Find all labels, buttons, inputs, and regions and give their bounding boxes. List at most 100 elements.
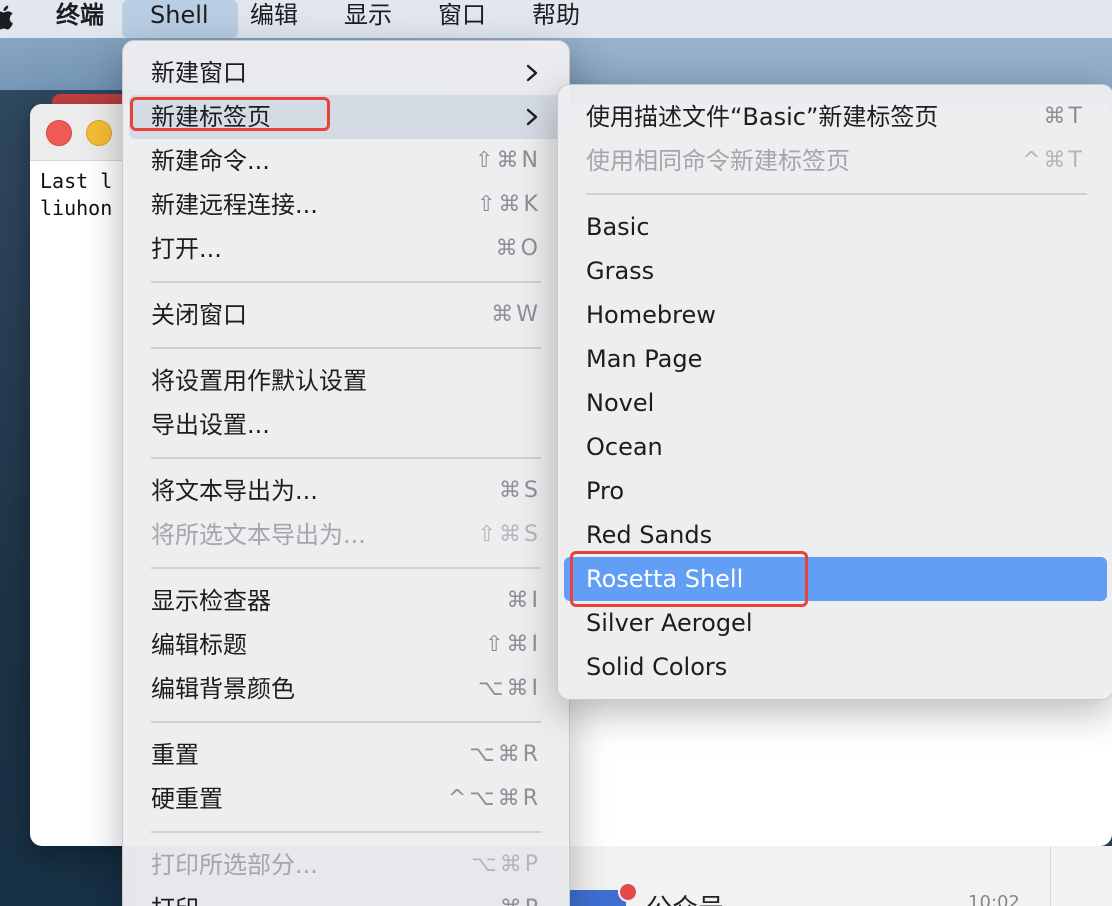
menu-item-shortcut: ⌘S: [499, 478, 541, 503]
menu-item-hard-reset[interactable]: 硬重置 ^⌥⌘R: [129, 777, 563, 821]
menu-item-shortcut: ⇧⌘K: [477, 192, 541, 217]
menu-item-shortcut: ⇧⌘I: [485, 632, 541, 657]
annotation-highlight-rosetta-shell: [570, 551, 808, 607]
menu-item-shortcut: ⌘T: [1043, 104, 1085, 129]
submenu-item-profile-grass[interactable]: Grass: [564, 249, 1107, 293]
menu-item-print[interactable]: 打印 ⌘P: [129, 887, 563, 906]
menu-item-export-settings[interactable]: 导出设置...: [129, 403, 563, 447]
submenu-item-new-tab-same-command: 使用相同命令新建标签页 ^⌘T: [564, 139, 1107, 183]
menu-item-label: Silver Aerogel: [586, 609, 753, 637]
menu-item-shortcut: ⌘W: [491, 302, 541, 327]
menu-shell[interactable]: Shell: [122, 0, 238, 38]
menu-item-shortcut: ⇧⌘S: [477, 522, 541, 547]
menu-item-export-selected-text: 将所选文本导出为... ⇧⌘S: [129, 513, 563, 557]
unread-badge: [618, 882, 638, 902]
annotation-highlight-new-tab: [130, 97, 330, 131]
menu-separator: [151, 831, 541, 833]
menu-item-label: 显示检查器: [151, 587, 271, 615]
submenu-item-profile-homebrew[interactable]: Homebrew: [564, 293, 1107, 337]
menu-item-new-command[interactable]: 新建命令... ⇧⌘N: [129, 139, 563, 183]
menu-item-edit-title[interactable]: 编辑标题 ⇧⌘I: [129, 623, 563, 667]
menu-item-label: 导出设置...: [151, 411, 270, 439]
menu-item-label: Pro: [586, 477, 625, 505]
menu-item-label: Homebrew: [586, 301, 716, 329]
menu-item-label: 将所选文本导出为...: [151, 521, 366, 549]
submenu-item-profile-novel[interactable]: Novel: [564, 381, 1107, 425]
chat-title[interactable]: 公众号: [646, 888, 724, 906]
menu-item-label: 新建窗口: [151, 59, 247, 87]
menu-item-label: Solid Colors: [586, 653, 728, 681]
new-tab-submenu: 使用描述文件“Basic”新建标签页 ⌘T 使用相同命令新建标签页 ^⌘T Ba…: [557, 84, 1112, 700]
menu-item-label: Grass: [586, 257, 655, 285]
menu-item-label: 使用描述文件“Basic”新建标签页: [586, 103, 939, 131]
menu-separator: [151, 457, 541, 459]
menu-item-open[interactable]: 打开... ⌘O: [129, 227, 563, 271]
terminal-line: liuhon: [40, 196, 113, 220]
menu-separator: [151, 347, 541, 349]
menu-item-label: 新建远程连接...: [151, 191, 318, 219]
menu-item-shortcut: ⌥⌘P: [471, 852, 541, 877]
menu-item-label: 新建命令...: [151, 147, 270, 175]
menu-item-shortcut: ⌘P: [500, 887, 541, 906]
menu-edit[interactable]: 编辑: [236, 0, 312, 38]
apple-icon[interactable]: [0, 2, 16, 32]
menu-item-new-remote-connection[interactable]: 新建远程连接... ⇧⌘K: [129, 183, 563, 227]
menu-item-shortcut: ^⌘T: [1022, 148, 1085, 173]
menu-item-label: 将设置用作默认设置: [151, 367, 367, 395]
menu-item-label: Basic: [586, 213, 650, 241]
chat-divider: [1050, 846, 1051, 906]
menu-item-print-selection: 打印所选部分... ⌥⌘P: [129, 843, 563, 887]
menu-item-shortcut: ⌥⌘I: [478, 676, 541, 701]
menu-item-label: Man Page: [586, 345, 703, 373]
terminal-output[interactable]: Last l liuhon: [40, 168, 112, 222]
submenu-item-profile-silver-aerogel[interactable]: Silver Aerogel: [564, 601, 1107, 645]
menu-item-close-window[interactable]: 关闭窗口 ⌘W: [129, 293, 563, 337]
menu-separator: [151, 721, 541, 723]
shell-menu: 新建窗口 新建标签页 新建命令... ⇧⌘N 新建远程连接... ⇧⌘K 打开.…: [122, 40, 570, 906]
chevron-right-icon: [526, 64, 538, 82]
menu-view[interactable]: 显示: [330, 0, 406, 38]
menu-item-label: 编辑标题: [151, 631, 247, 659]
menu-bar: 终端 Shell 编辑 显示 窗口 帮助: [0, 0, 1112, 38]
submenu-item-profile-man-page[interactable]: Man Page: [564, 337, 1107, 381]
menu-window[interactable]: 窗口: [424, 0, 500, 38]
menu-item-label: 将文本导出为...: [151, 477, 318, 505]
menu-item-label: 重置: [151, 741, 199, 769]
submenu-item-profile-ocean[interactable]: Ocean: [564, 425, 1107, 469]
submenu-item-profile-basic[interactable]: Basic: [564, 205, 1107, 249]
menu-item-shortcut: ⌘O: [495, 236, 541, 261]
menu-item-shortcut: ⌘I: [506, 588, 541, 613]
menu-item-shortcut: ^⌥⌘R: [447, 786, 541, 811]
menu-item-label: 打印所选部分...: [151, 851, 318, 879]
menu-item-shortcut: ⌥⌘R: [469, 742, 541, 767]
menu-separator: [586, 193, 1087, 195]
menu-item-reset[interactable]: 重置 ⌥⌘R: [129, 733, 563, 777]
chevron-right-icon: [526, 108, 538, 126]
submenu-item-profile-pro[interactable]: Pro: [564, 469, 1107, 513]
chat-app-window: 公众号 10:02: [568, 846, 1112, 906]
chat-time: 10:02: [968, 892, 1020, 906]
submenu-item-new-tab-basic-profile[interactable]: 使用描述文件“Basic”新建标签页 ⌘T: [564, 95, 1107, 139]
menu-separator: [151, 281, 541, 283]
menu-item-use-settings-as-default[interactable]: 将设置用作默认设置: [129, 359, 563, 403]
menu-item-export-text[interactable]: 将文本导出为... ⌘S: [129, 469, 563, 513]
menu-help[interactable]: 帮助: [518, 0, 594, 38]
close-window-button[interactable]: [46, 120, 72, 146]
terminal-line: Last l: [40, 169, 113, 193]
menu-item-edit-background-color[interactable]: 编辑背景颜色 ⌥⌘I: [129, 667, 563, 711]
menu-item-label: 关闭窗口: [151, 301, 247, 329]
menu-item-label: 编辑背景颜色: [151, 675, 295, 703]
minimize-window-button[interactable]: [86, 120, 112, 146]
menu-item-label: 使用相同命令新建标签页: [586, 147, 850, 175]
menu-separator: [151, 567, 541, 569]
menu-item-label: 硬重置: [151, 785, 223, 813]
submenu-item-profile-solid-colors[interactable]: Solid Colors: [564, 645, 1107, 689]
menu-item-label: Ocean: [586, 433, 663, 461]
menu-item-label: 打印: [151, 887, 199, 906]
menu-item-label: Novel: [586, 389, 655, 417]
menu-item-label: 打开...: [151, 235, 222, 263]
menu-item-show-inspector[interactable]: 显示检查器 ⌘I: [129, 579, 563, 623]
menu-item-new-window[interactable]: 新建窗口: [129, 51, 563, 95]
menu-item-shortcut: ⇧⌘N: [475, 148, 541, 173]
menu-terminal[interactable]: 终端: [42, 0, 118, 38]
